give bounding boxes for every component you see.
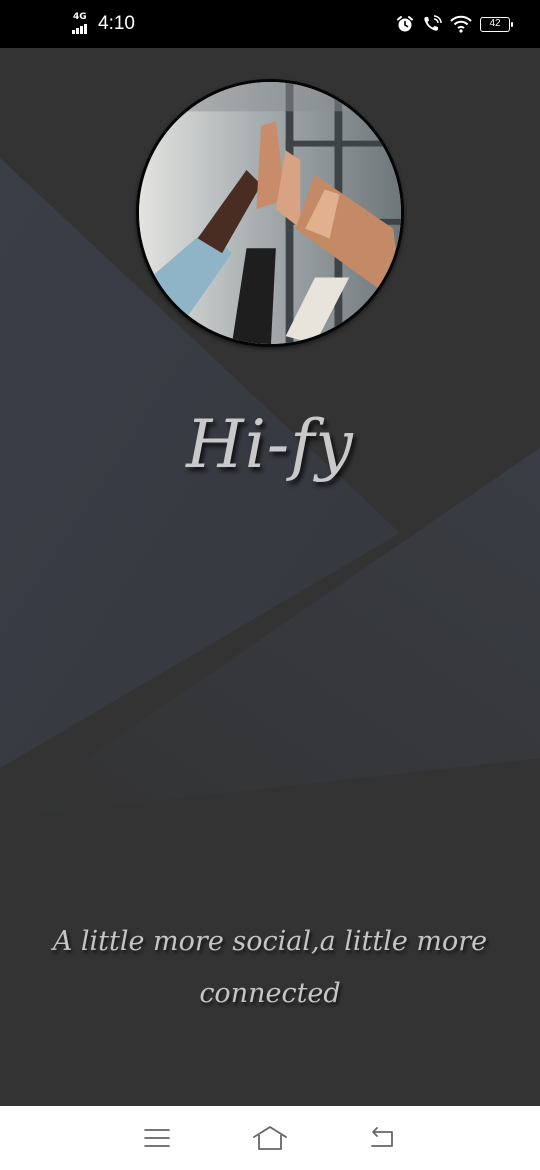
menu-button[interactable]: [137, 1118, 177, 1158]
status-right: 42: [396, 15, 513, 33]
status-time: 4:10: [98, 13, 135, 34]
wifi-icon: [450, 15, 472, 33]
status-bar: 4G 4:10 42: [0, 0, 540, 48]
wifi-call-icon: [424, 15, 442, 31]
app-title: Hi-fy: [186, 406, 354, 483]
status-left: 4G 4:10: [72, 12, 135, 35]
splash-screen: Hi-fy A little more social,a little more…: [0, 48, 540, 1106]
home-icon: [253, 1126, 287, 1150]
back-button[interactable]: [363, 1118, 403, 1158]
signal-icon: 4G: [72, 12, 92, 34]
back-icon: [371, 1127, 394, 1147]
menu-icon: [143, 1129, 170, 1147]
battery-icon: 42: [480, 16, 513, 32]
alarm-icon: [397, 16, 413, 32]
tagline: A little more social,a little more conne…: [52, 926, 488, 1009]
hands-high-five-image: [136, 79, 404, 347]
navigation-bar: [0, 1106, 540, 1170]
home-button[interactable]: [250, 1118, 290, 1158]
network-type: 4G: [73, 12, 87, 22]
